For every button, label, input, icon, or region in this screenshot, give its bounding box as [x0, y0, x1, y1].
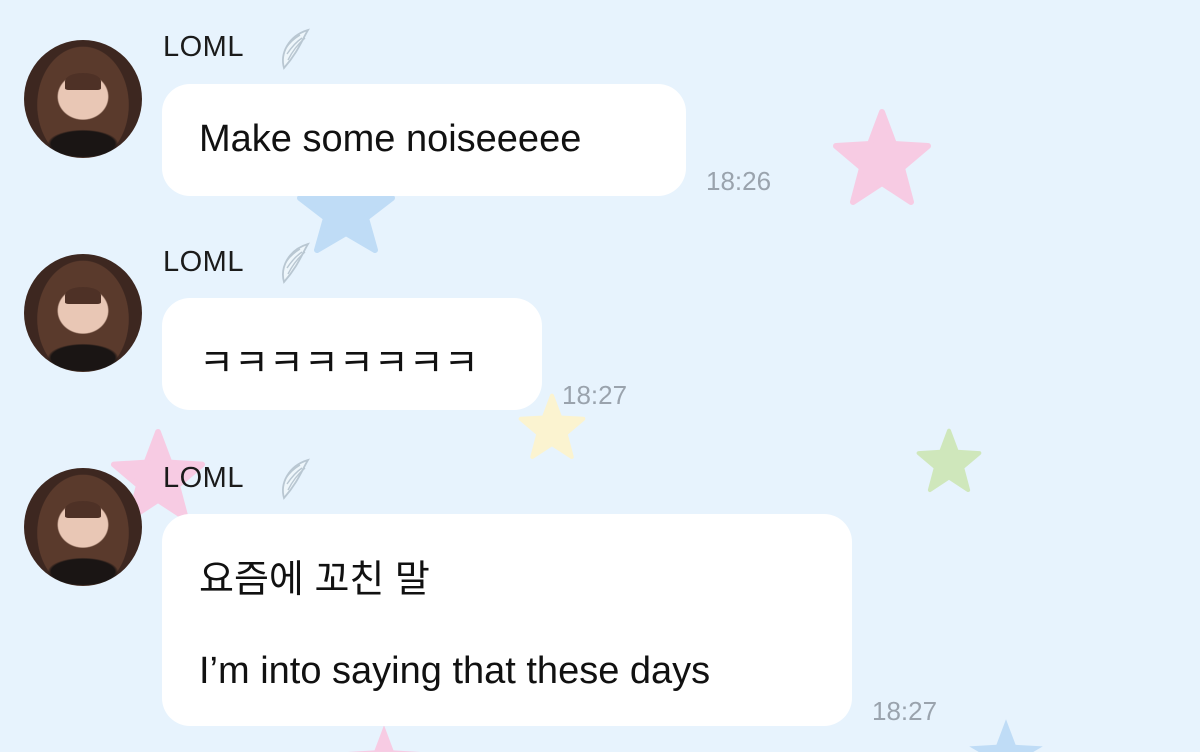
- sender-name: LOML: [163, 462, 244, 494]
- message-timestamp: 18:26: [706, 166, 772, 196]
- pink-star-icon: [833, 109, 931, 205]
- sender-name: LOML: [163, 31, 244, 63]
- message-bubble[interactable]: 요즘에 꼬친 말 I’m into saying that these days: [162, 514, 852, 726]
- sender-avatar[interactable]: [24, 254, 142, 372]
- sender-name: LOML: [163, 246, 244, 278]
- blue-star-icon: [969, 719, 1043, 752]
- pink-star-icon: [347, 725, 421, 752]
- angel-wing-icon: [282, 242, 310, 284]
- sender-avatar[interactable]: [24, 40, 142, 158]
- message-timestamp: 18:27: [872, 696, 938, 726]
- green-star-icon: [916, 428, 982, 493]
- angel-wing-icon: [282, 458, 310, 500]
- angel-wing-icon: [282, 28, 310, 70]
- message-text: ㅋㅋㅋㅋㅋㅋㅋㅋ: [199, 343, 479, 385]
- message-bubble[interactable]: ㅋㅋㅋㅋㅋㅋㅋㅋ: [162, 298, 542, 410]
- message-text: 요즘에 꼬친 말: [199, 559, 430, 601]
- message-text: I’m into saying that these days: [199, 650, 711, 692]
- message-timestamp: 18:27: [562, 380, 628, 410]
- sender-avatar[interactable]: [24, 468, 142, 586]
- message-text: Make some noiseeeee: [199, 118, 582, 160]
- message-bubble[interactable]: Make some noiseeeee: [162, 84, 686, 196]
